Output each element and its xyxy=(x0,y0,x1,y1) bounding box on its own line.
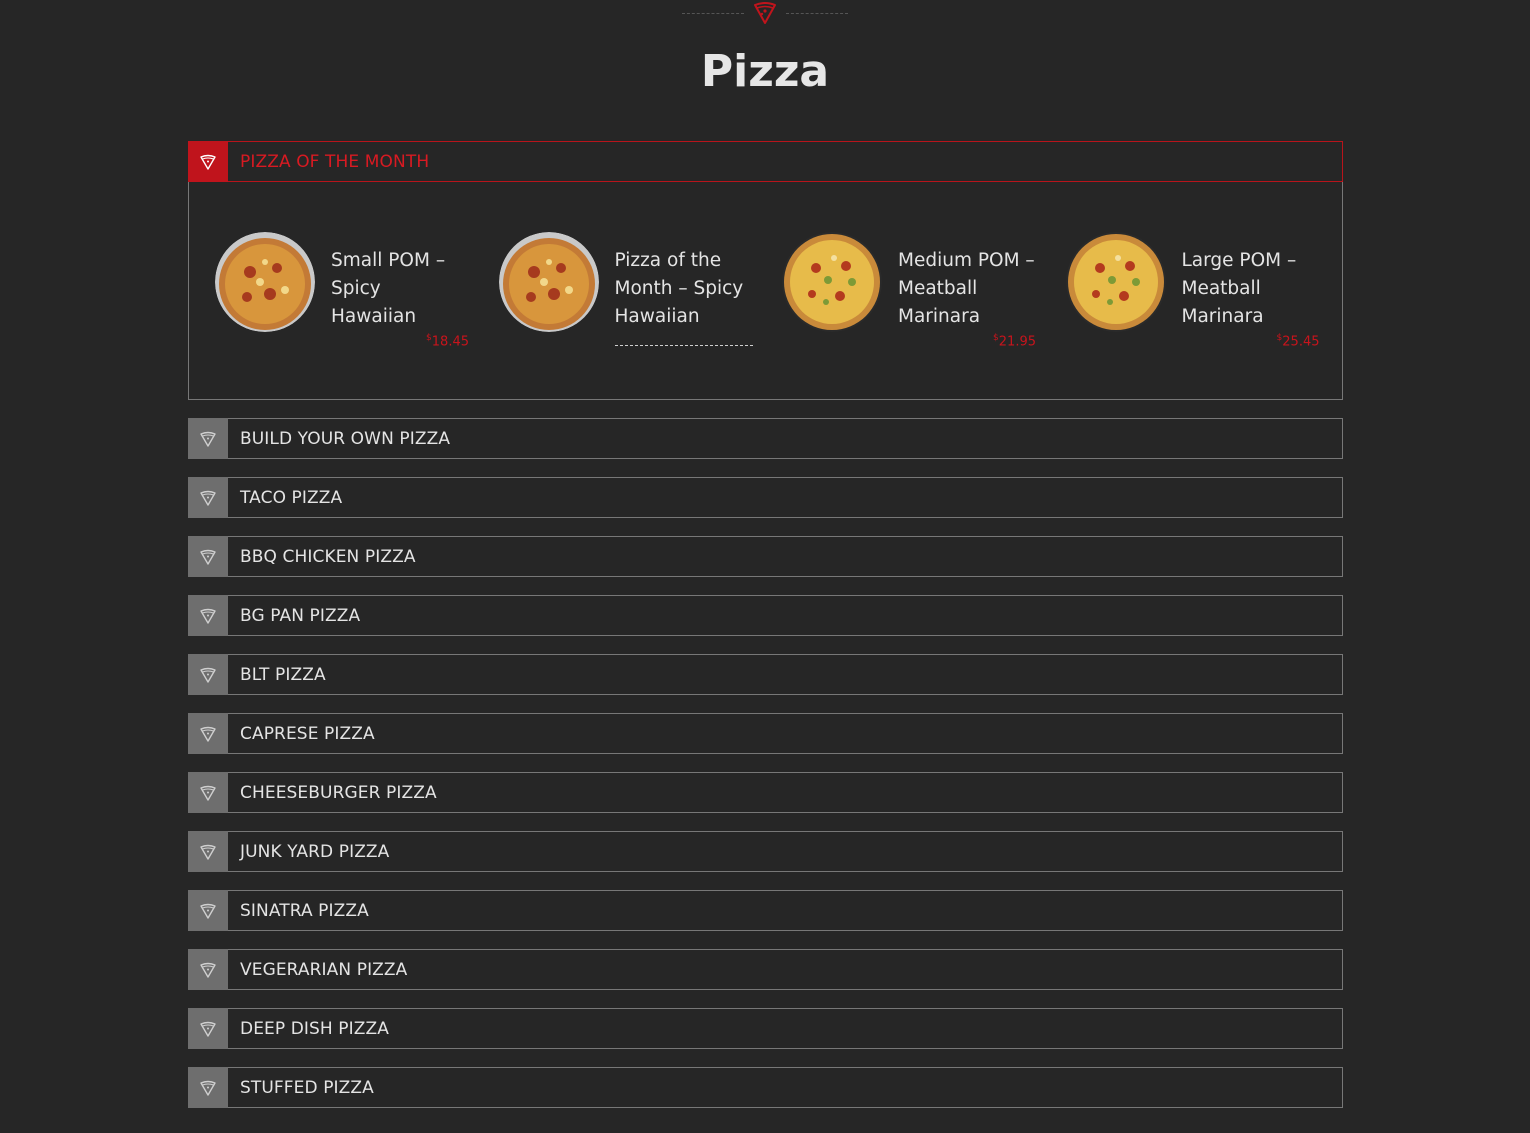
ornament-line-left xyxy=(682,13,744,14)
product-name[interactable]: Small POM – Spicy Hawaiian xyxy=(331,247,469,331)
section-header[interactable]: JUNK YARD PIZZA xyxy=(188,831,1343,872)
section-label: VEGERARIAN PIZZA xyxy=(240,959,408,980)
marinara-pizza-image[interactable] xyxy=(1065,232,1166,332)
section-taco-pizza: TACO PIZZA xyxy=(188,477,1343,518)
hawaiian-pizza-image[interactable] xyxy=(498,232,599,332)
product-price: $21.95 xyxy=(898,333,1036,349)
section-label: PIZZA OF THE MONTH xyxy=(240,151,430,172)
section-header[interactable]: CAPRESE PIZZA xyxy=(188,713,1343,754)
product-card[interactable]: Medium POM – Meatball Marinara $21.95 xyxy=(782,232,1066,350)
section-label: BG PAN PIZZA xyxy=(240,605,361,626)
price-value: 25.45 xyxy=(1282,334,1320,350)
pizza-slice-icon xyxy=(188,141,228,182)
price-value: 21.95 xyxy=(998,334,1036,350)
pizza-slice-icon xyxy=(188,713,228,754)
section-label: BUILD YOUR OWN PIZZA xyxy=(240,428,451,449)
section-label: SINATRA PIZZA xyxy=(240,900,369,921)
section-label: CAPRESE PIZZA xyxy=(240,723,375,744)
section-stuffed-pizza: STUFFED PIZZA xyxy=(188,1067,1343,1108)
product-card[interactable]: Pizza of the Month – Spicy Hawaiian xyxy=(498,232,783,350)
menu-accordion: PIZZA OF THE MONTH Small POM – Spicy Haw… xyxy=(188,141,1343,1126)
pizza-slice-icon xyxy=(188,418,228,459)
section-label: JUNK YARD PIZZA xyxy=(240,841,390,862)
dashed-divider xyxy=(614,345,753,346)
product-name[interactable]: Large POM – Meatball Marinara xyxy=(1182,247,1320,331)
pizza-slice-icon xyxy=(188,949,228,990)
section-label: BLT PIZZA xyxy=(240,664,326,685)
section-header[interactable]: CHEESEBURGER PIZZA xyxy=(188,772,1343,813)
section-blt-pizza: BLT PIZZA xyxy=(188,654,1343,695)
hawaiian-pizza-image[interactable] xyxy=(215,232,315,332)
pizza-slice-icon xyxy=(188,654,228,695)
section-sinatra-pizza: SINATRA PIZZA xyxy=(188,890,1343,931)
marinara-pizza-image[interactable] xyxy=(782,232,882,332)
pizza-slice-icon xyxy=(188,890,228,931)
section-header[interactable]: BG PAN PIZZA xyxy=(188,595,1343,636)
product-card[interactable]: Large POM – Meatball Marinara $25.45 xyxy=(1065,232,1343,350)
section-caprese-pizza: CAPRESE PIZZA xyxy=(188,713,1343,754)
section-header[interactable]: PIZZA OF THE MONTH xyxy=(188,141,1343,182)
section-label: DEEP DISH PIZZA xyxy=(240,1018,389,1039)
pizza-slice-icon xyxy=(188,595,228,636)
section-label: BBQ CHICKEN PIZZA xyxy=(240,546,416,567)
section-build-your-own-pizza: BUILD YOUR OWN PIZZA xyxy=(188,418,1343,459)
section-pizza-of-the-month: PIZZA OF THE MONTH Small POM – Spicy Haw… xyxy=(188,141,1343,400)
section-label: STUFFED PIZZA xyxy=(240,1077,374,1098)
section-vegerarian-pizza: VEGERARIAN PIZZA xyxy=(188,949,1343,990)
section-header[interactable]: TACO PIZZA xyxy=(188,477,1343,518)
product-card[interactable]: Small POM – Spicy Hawaiian $18.45 xyxy=(215,232,499,350)
price-value: 18.45 xyxy=(431,334,469,350)
pizza-slice-icon xyxy=(188,536,228,577)
pizza-slice-icon xyxy=(188,831,228,872)
product-price: $18.45 xyxy=(331,333,469,349)
top-ornament xyxy=(0,0,1530,30)
product-name[interactable]: Medium POM – Meatball Marinara xyxy=(898,247,1036,331)
section-header[interactable]: BLT PIZZA xyxy=(188,654,1343,695)
section-cheeseburger-pizza: CHEESEBURGER PIZZA xyxy=(188,772,1343,813)
pizza-slice-icon xyxy=(188,1008,228,1049)
section-label: CHEESEBURGER PIZZA xyxy=(240,782,437,803)
section-bg-pan-pizza: BG PAN PIZZA xyxy=(188,595,1343,636)
section-label: TACO PIZZA xyxy=(240,487,343,508)
section-header[interactable]: BBQ CHICKEN PIZZA xyxy=(188,536,1343,577)
product-carousel: Small POM – Spicy Hawaiian $18.45 Pizza … xyxy=(215,232,1342,350)
section-junk-yard-pizza: JUNK YARD PIZZA xyxy=(188,831,1343,872)
section-deep-dish-pizza: DEEP DISH PIZZA xyxy=(188,1008,1343,1049)
section-content: Small POM – Spicy Hawaiian $18.45 Pizza … xyxy=(188,182,1343,400)
pizza-slice-icon xyxy=(188,1067,228,1108)
product-name[interactable]: Pizza of the Month – Spicy Hawaiian xyxy=(615,247,753,331)
section-header[interactable]: VEGERARIAN PIZZA xyxy=(188,949,1343,990)
section-bbq-chicken-pizza: BBQ CHICKEN PIZZA xyxy=(188,536,1343,577)
section-header[interactable]: SINATRA PIZZA xyxy=(188,890,1343,931)
section-header[interactable]: STUFFED PIZZA xyxy=(188,1067,1343,1108)
section-header[interactable]: DEEP DISH PIZZA xyxy=(188,1008,1343,1049)
page-title: Pizza xyxy=(700,46,830,97)
product-price: $25.45 xyxy=(1182,333,1320,349)
pizza-slice-icon xyxy=(188,772,228,813)
pizza-slice-icon xyxy=(188,477,228,518)
ornament-line-right xyxy=(786,13,848,14)
section-header[interactable]: BUILD YOUR OWN PIZZA xyxy=(188,418,1343,459)
pizza-slice-icon xyxy=(754,2,776,24)
